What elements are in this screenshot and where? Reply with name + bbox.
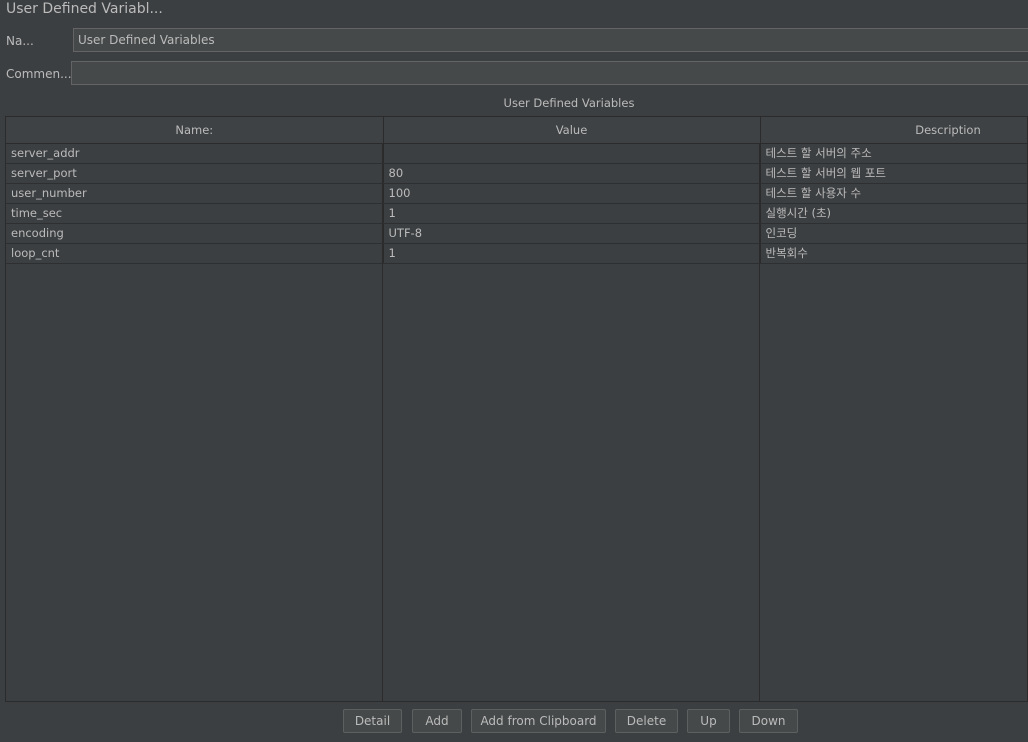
column-header-value[interactable]: Value (383, 117, 761, 144)
comments-input[interactable] (71, 61, 1028, 85)
button-bar: Detail Add Add from Clipboard Delete Up … (0, 709, 1028, 733)
column-divider (759, 143, 760, 701)
cell-description[interactable]: 인코딩 (760, 223, 1027, 244)
add-button[interactable]: Add (412, 709, 462, 733)
cell-name[interactable]: server_addr (6, 143, 384, 164)
table-caption: User Defined Variables (503, 96, 635, 110)
table-row[interactable]: time_sec 1 실행시간 (초) (6, 203, 1027, 224)
variables-table[interactable]: Name: Value Description server_addr 테스트 … (5, 116, 1028, 702)
cell-name[interactable]: time_sec (6, 203, 384, 224)
cell-value[interactable]: UTF-8 (383, 223, 761, 244)
column-header-description[interactable]: Description (760, 117, 1027, 144)
cell-name[interactable]: server_port (6, 163, 384, 184)
cell-value[interactable]: 1 (383, 243, 761, 264)
cell-description[interactable]: 실행시간 (초) (760, 203, 1027, 224)
delete-button[interactable]: Delete (615, 709, 678, 733)
cell-description[interactable]: 테스트 할 사용자 수 (760, 183, 1027, 204)
up-button[interactable]: Up (687, 709, 730, 733)
table-row[interactable]: server_addr 테스트 할 서버의 주소 (6, 143, 1027, 164)
variables-grid: Name: Value Description server_addr 테스트 … (6, 117, 1027, 264)
table-row[interactable]: encoding UTF-8 인코딩 (6, 223, 1027, 244)
cell-value[interactable]: 100 (383, 183, 761, 204)
down-button[interactable]: Down (739, 709, 798, 733)
add-from-clipboard-button[interactable]: Add from Clipboard (471, 709, 606, 733)
comments-label: Commen... (6, 67, 72, 81)
cell-name[interactable]: encoding (6, 223, 384, 244)
name-label: Na... (6, 34, 34, 48)
cell-name[interactable]: loop_cnt (6, 243, 384, 264)
cell-description[interactable]: 테스트 할 서버의 주소 (760, 143, 1027, 164)
cell-name[interactable]: user_number (6, 183, 384, 204)
table-row[interactable]: user_number 100 테스트 할 사용자 수 (6, 183, 1027, 204)
cell-description[interactable]: 테스트 할 서버의 웹 포트 (760, 163, 1027, 184)
table-header-row: Name: Value Description (6, 117, 1027, 144)
name-input[interactable] (73, 28, 1028, 52)
column-header-name[interactable]: Name: (6, 117, 384, 144)
user-defined-variables-panel: User Defined Variabl... Na... Commen... … (0, 0, 1028, 742)
column-divider (382, 143, 383, 701)
cell-value[interactable]: 1 (383, 203, 761, 224)
table-row[interactable]: server_port 80 테스트 할 서버의 웹 포트 (6, 163, 1027, 184)
table-row[interactable]: loop_cnt 1 반복회수 (6, 243, 1027, 264)
cell-value[interactable] (383, 143, 761, 164)
panel-title: User Defined Variabl... (6, 1, 163, 17)
cell-description[interactable]: 반복회수 (760, 243, 1027, 264)
detail-button[interactable]: Detail (343, 709, 402, 733)
cell-value[interactable]: 80 (383, 163, 761, 184)
